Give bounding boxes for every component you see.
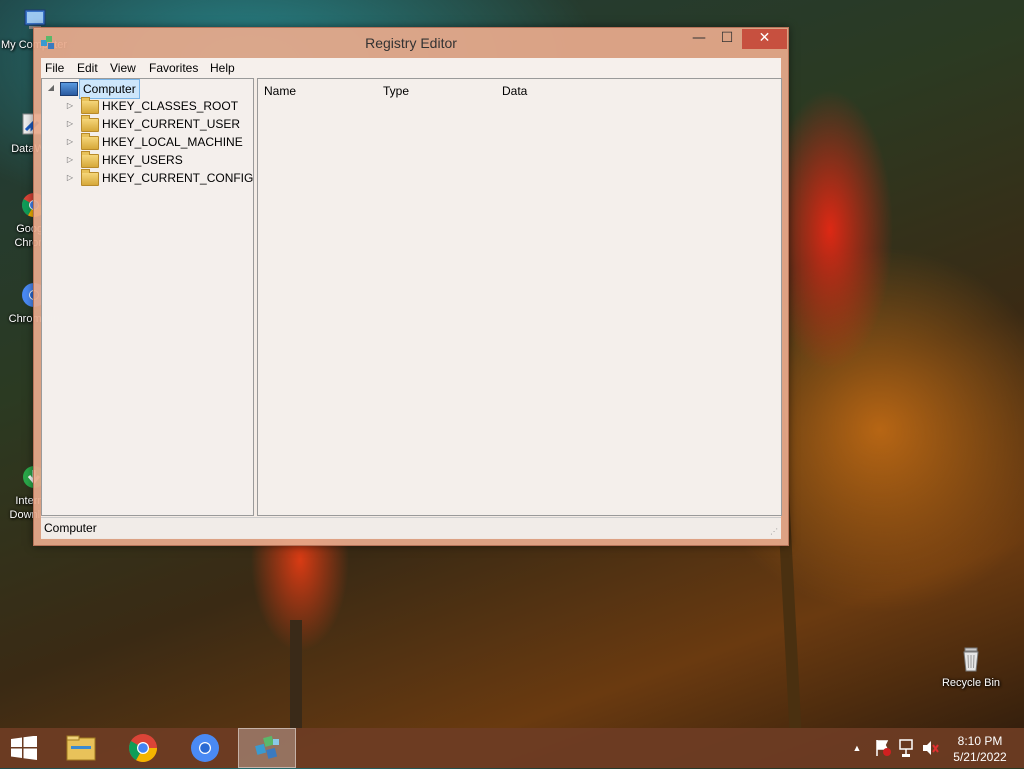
taskbar-registry-editor[interactable] [238, 728, 296, 768]
menu-bar: File Edit View Favorites Help [41, 58, 781, 78]
menu-favorites[interactable]: Favorites [149, 61, 198, 75]
maximize-button[interactable]: ☐ [714, 29, 740, 49]
collapse-arrow-icon[interactable]: ◢ [46, 79, 56, 97]
desktop-icon-recycle-bin[interactable]: Recycle Bin [935, 644, 1007, 690]
computer-icon [60, 82, 78, 96]
file-explorer-icon [66, 735, 96, 761]
expand-arrow-icon[interactable]: ▷ [65, 169, 75, 187]
taskbar-chromium[interactable] [177, 728, 233, 768]
menu-edit[interactable]: Edit [77, 61, 98, 75]
registry-editor-icon [255, 735, 279, 759]
expand-arrow-icon[interactable]: ▷ [65, 97, 75, 115]
action-center-flag-icon[interactable] [873, 728, 893, 768]
registry-tree-pane[interactable]: ◢ Computer ▷ HKEY_CLASSES_ROOT ▷ HKEY_CU… [41, 78, 254, 516]
column-header-type[interactable]: Type [383, 84, 409, 98]
tree-item-label: HKEY_CURRENT_CONFIG [102, 171, 254, 185]
taskbar-chrome[interactable] [115, 728, 171, 768]
tree-item-label: HKEY_LOCAL_MACHINE [102, 135, 243, 149]
chromium-icon [191, 734, 219, 762]
column-header-data[interactable]: Data [502, 84, 527, 98]
window-title: Registry Editor [365, 35, 457, 51]
folder-icon [81, 169, 99, 186]
status-path: Computer [44, 521, 97, 535]
recycle-bin-icon [963, 647, 979, 672]
start-icon [11, 736, 37, 760]
expand-arrow-icon[interactable]: ▷ [65, 133, 75, 151]
menu-view[interactable]: View [110, 61, 136, 75]
clock-date: 5/21/2022 [953, 750, 1007, 764]
expand-arrow-icon[interactable]: ▷ [65, 151, 75, 169]
wallpaper-stem [290, 620, 302, 730]
menu-file[interactable]: File [45, 61, 64, 75]
tree-item-label: HKEY_CLASSES_ROOT [102, 99, 239, 113]
volume-muted-icon[interactable] [920, 728, 940, 768]
folder-icon [81, 151, 99, 168]
resize-grip-icon[interactable]: ⋰ [770, 528, 778, 536]
folder-icon [81, 97, 99, 114]
folder-icon [81, 115, 99, 132]
expand-arrow-icon[interactable]: ▷ [65, 115, 75, 133]
title-bar[interactable]: Registry Editor — ☐ ✕ [34, 28, 788, 58]
show-hidden-icons[interactable]: ▲ [850, 728, 864, 768]
tree-item-label: Computer [79, 79, 140, 99]
taskbar: ▲ 8:10 PM 5/21/2022 [0, 728, 1024, 768]
start-button[interactable] [0, 728, 56, 768]
taskbar-clock[interactable]: 8:10 PM 5/21/2022 [940, 733, 1020, 765]
minimize-button[interactable]: — [684, 29, 714, 49]
chrome-icon [129, 734, 157, 762]
column-header-name[interactable]: Name [264, 84, 296, 98]
network-icon[interactable] [897, 728, 917, 768]
registry-values-pane[interactable]: Name Type Data [257, 78, 782, 516]
clock-time: 8:10 PM [957, 734, 1003, 748]
registry-editor-window[interactable]: Registry Editor — ☐ ✕ File Edit View Fav… [33, 27, 789, 546]
menu-help[interactable]: Help [210, 61, 235, 75]
tree-item-label: HKEY_CURRENT_USER [102, 117, 241, 131]
folder-icon [81, 133, 99, 150]
status-bar: Computer ⋰ [41, 517, 781, 539]
taskbar-file-explorer[interactable] [53, 728, 109, 768]
window-client-area: File Edit View Favorites Help ◢ Computer… [41, 58, 782, 539]
tree-item-label: HKEY_USERS [102, 153, 183, 167]
close-button[interactable]: ✕ [742, 29, 787, 49]
